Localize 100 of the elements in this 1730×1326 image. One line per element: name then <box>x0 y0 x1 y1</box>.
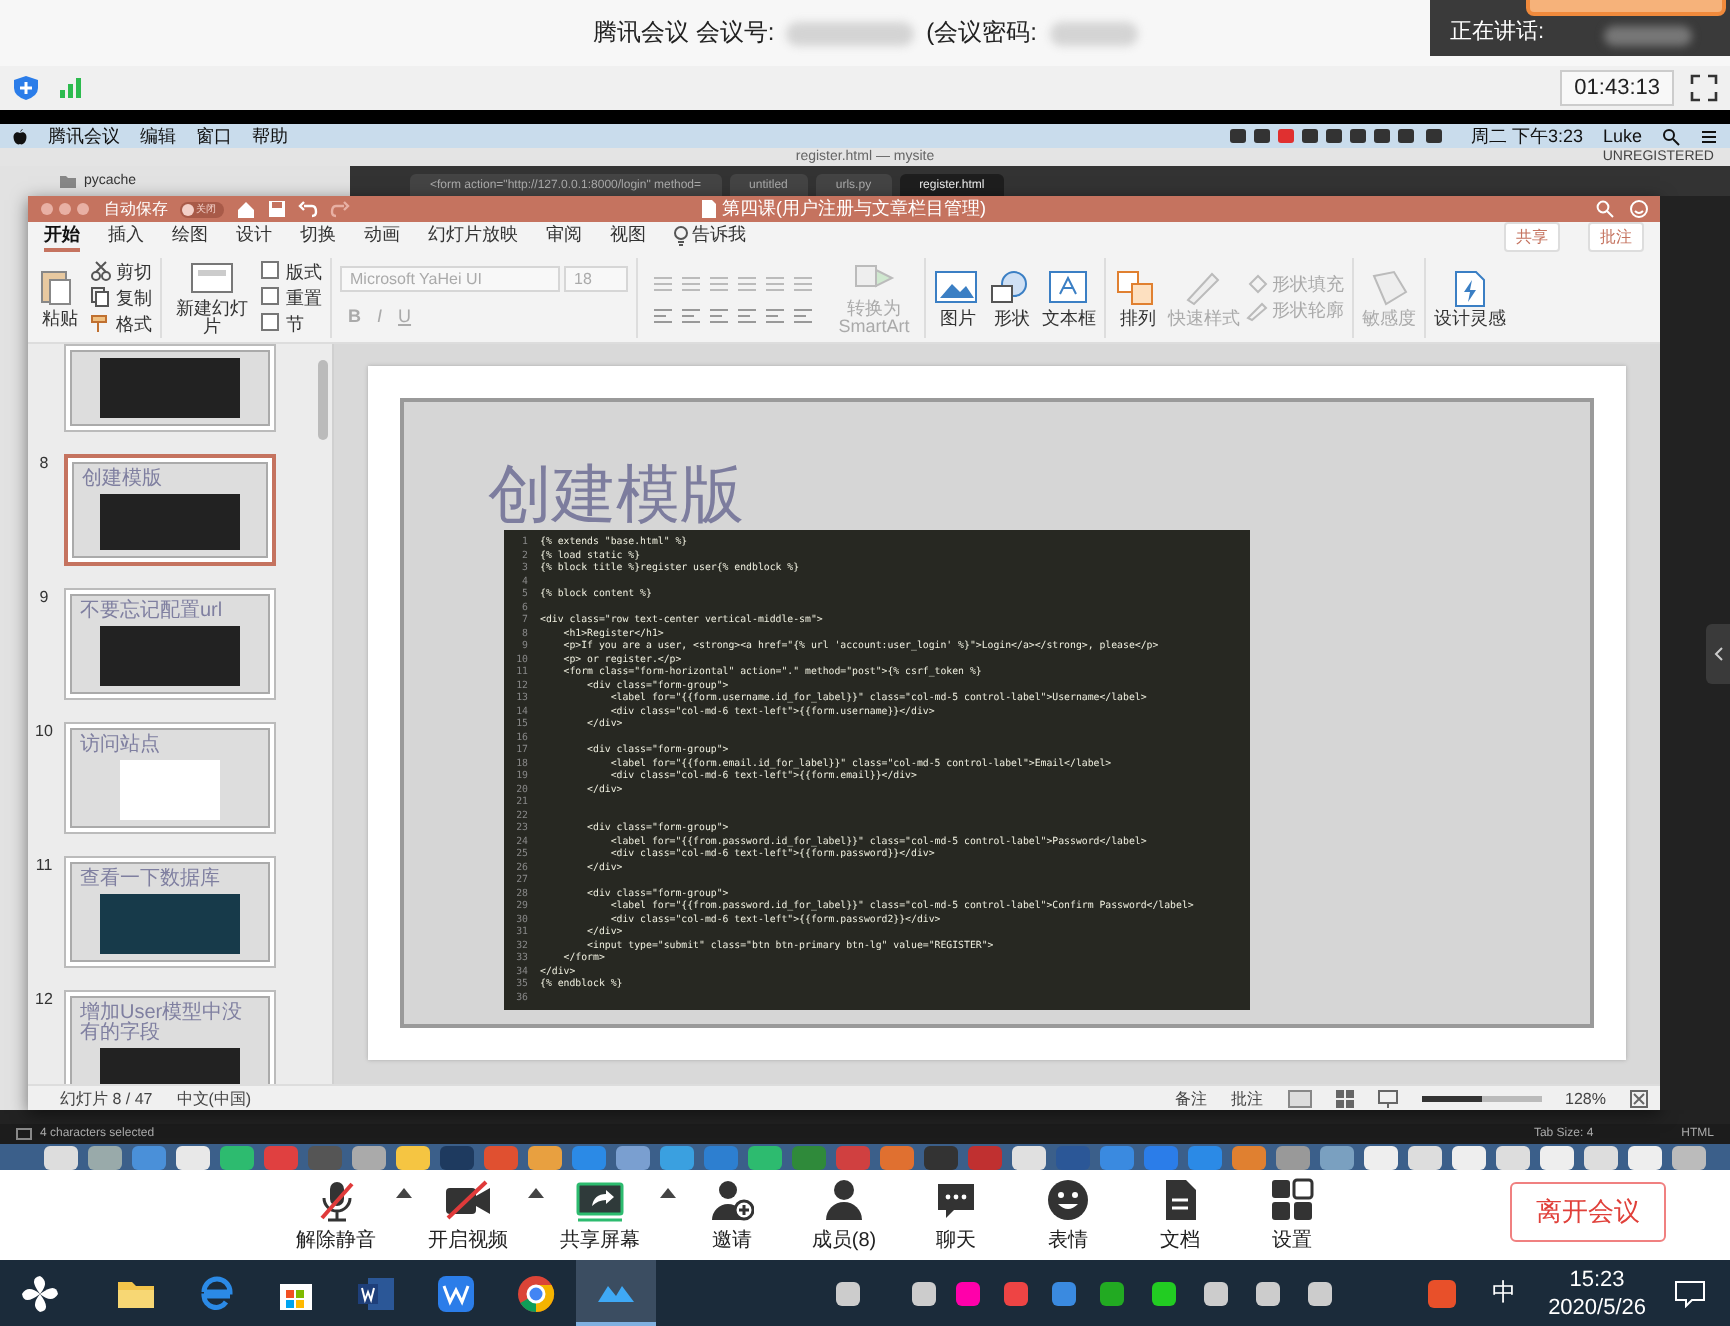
paste-button[interactable]: 粘贴 <box>36 267 84 327</box>
share-button[interactable]: 共享 <box>1504 222 1560 252</box>
menu-item[interactable]: 编辑 <box>140 123 176 149</box>
notification-icon[interactable] <box>1674 1279 1706 1307</box>
leave-meeting-button[interactable]: 离开会议 <box>1510 1182 1666 1242</box>
redacted-block <box>1049 21 1137 45</box>
menu-item[interactable]: 帮助 <box>252 123 288 149</box>
comments-button[interactable]: 批注 <box>1588 222 1644 252</box>
paint-bucket-icon <box>1246 273 1268 295</box>
smiley-icon <box>1046 1177 1090 1221</box>
fullscreen-icon[interactable] <box>1690 74 1718 102</box>
collapse-handle[interactable] <box>1706 623 1730 683</box>
toolbar-button[interactable]: 表情 <box>1012 1177 1124 1253</box>
toolbar-button[interactable]: 共享屏幕 <box>544 1177 656 1253</box>
scrollbar-thumb[interactable] <box>318 360 328 440</box>
panel-icon[interactable] <box>16 1128 32 1140</box>
apple-icon[interactable] <box>12 127 28 145</box>
document-icon <box>702 200 716 218</box>
language-label: 中文(中国) <box>176 1087 252 1109</box>
ribbon-tab[interactable]: 设计 <box>236 223 272 251</box>
insert-button[interactable]: 形状 <box>988 267 1036 327</box>
search-icon[interactable] <box>1662 127 1680 145</box>
scissors-icon <box>90 260 112 282</box>
drawing-button[interactable]: 排列 <box>1114 267 1162 327</box>
password-label: (会议密码: <box>926 16 1037 50</box>
w-app-icon <box>434 1271 478 1315</box>
toolbar-button[interactable]: 设置 <box>1236 1177 1348 1253</box>
notes-button[interactable]: 备注 <box>1175 1087 1208 1109</box>
grid-view-icon[interactable] <box>1335 1089 1354 1107</box>
toolbar-button[interactable]: 开启视频 <box>412 1177 524 1253</box>
comments-button[interactable]: 批注 <box>1231 1087 1264 1109</box>
new-slide-icon <box>188 258 236 298</box>
designer-button[interactable]: 设计灵感 <box>1434 267 1506 327</box>
toolbar-button[interactable]: 邀请 <box>676 1177 788 1253</box>
ribbon-tab[interactable]: 审阅 <box>546 223 582 251</box>
format-painter-button[interactable]: 格式 <box>90 311 152 335</box>
ribbon-tab[interactable]: 切换 <box>300 223 336 251</box>
home-icon[interactable] <box>236 200 256 218</box>
taskbar-clock[interactable]: 15:23 2020/5/26 <box>1548 1265 1646 1321</box>
menu-item[interactable]: 窗口 <box>196 123 232 149</box>
input-method-indicator[interactable]: 中 <box>1492 1276 1517 1310</box>
pen-icon <box>1246 299 1268 321</box>
slide-title: 创建模版 <box>488 462 746 530</box>
picture-icon <box>934 267 982 307</box>
slide-thumbnail[interactable] <box>64 344 276 432</box>
ribbon-tab[interactable]: 动画 <box>364 223 400 251</box>
section-button[interactable]: 节 <box>260 311 322 335</box>
ribbon-tab[interactable]: 视图 <box>610 223 646 251</box>
format-brush-icon <box>90 312 112 334</box>
save-icon[interactable] <box>268 200 286 218</box>
meeting-title: 腾讯会议 会议号: <box>592 16 775 50</box>
list-icon[interactable] <box>1700 127 1718 145</box>
toolbar-button[interactable]: 文档 <box>1124 1177 1236 1253</box>
ribbon-tab[interactable]: 绘图 <box>172 223 208 251</box>
menu-item[interactable]: 腾讯会议 <box>48 123 120 149</box>
normal-view-icon[interactable] <box>1287 1089 1312 1107</box>
toolbar-button[interactable]: 聊天 <box>900 1177 1012 1253</box>
caret-icon[interactable] <box>660 1185 676 1197</box>
slide-number: 10 <box>35 722 53 740</box>
caret-icon[interactable] <box>528 1185 544 1197</box>
layout-icon <box>260 286 282 308</box>
caret-icon[interactable] <box>396 1185 412 1197</box>
copy-icon <box>90 286 112 308</box>
shield-icon[interactable] <box>12 74 40 102</box>
pinwheel-icon <box>20 1273 60 1313</box>
zoom-slider[interactable] <box>1421 1095 1542 1101</box>
new-slide-button[interactable]: 新建幻灯片 <box>170 258 254 336</box>
insert-button[interactable]: 文本框 <box>1042 267 1096 327</box>
speaking-label: 正在讲话: <box>1450 18 1545 46</box>
mountains-icon <box>598 1281 634 1301</box>
redacted-block <box>1604 26 1693 46</box>
user-name[interactable]: Luke <box>1602 126 1642 146</box>
smiley-icon[interactable] <box>1630 200 1648 218</box>
menu-bar-clock: 周二 下午3:23 <box>1470 123 1583 149</box>
slide-number: 9 <box>39 588 49 606</box>
slide-number: 12 <box>35 990 53 1008</box>
ribbon-tab[interactable]: 告诉我 <box>674 223 746 251</box>
toolbar-button[interactable]: 成员(8) <box>788 1177 900 1253</box>
slide-counter: 幻灯片 8 / 47 <box>60 1087 153 1109</box>
meeting-timer: 01:43:13 <box>1560 70 1674 106</box>
add-person-icon <box>710 1177 754 1221</box>
ribbon-tab[interactable]: 开始 <box>44 223 80 251</box>
reset-button[interactable]: 重置 <box>260 285 322 309</box>
layout-icon <box>260 260 282 282</box>
toolbar-button[interactable]: 解除静音 <box>280 1177 392 1253</box>
ribbon-tab[interactable]: 插入 <box>108 223 144 251</box>
zoom-level: 128% <box>1565 1089 1606 1107</box>
fit-window-icon[interactable] <box>1630 1089 1648 1107</box>
slide-number: 8 <box>39 454 49 472</box>
undo-icon[interactable] <box>298 200 318 218</box>
presentation-title: 第四课(用户注册与文章栏目管理) <box>722 196 986 222</box>
layout-button[interactable]: 版式 <box>260 259 322 283</box>
person-icon <box>822 1177 866 1221</box>
cut-button[interactable]: 剪切 <box>90 259 152 283</box>
video-off-icon <box>442 1177 494 1221</box>
insert-button[interactable]: 图片 <box>934 267 982 327</box>
share-screen-icon <box>574 1177 626 1221</box>
copy-button[interactable]: 复制 <box>90 285 152 309</box>
slideshow-icon[interactable] <box>1377 1089 1398 1107</box>
ribbon-tab[interactable]: 幻灯片放映 <box>428 223 518 251</box>
